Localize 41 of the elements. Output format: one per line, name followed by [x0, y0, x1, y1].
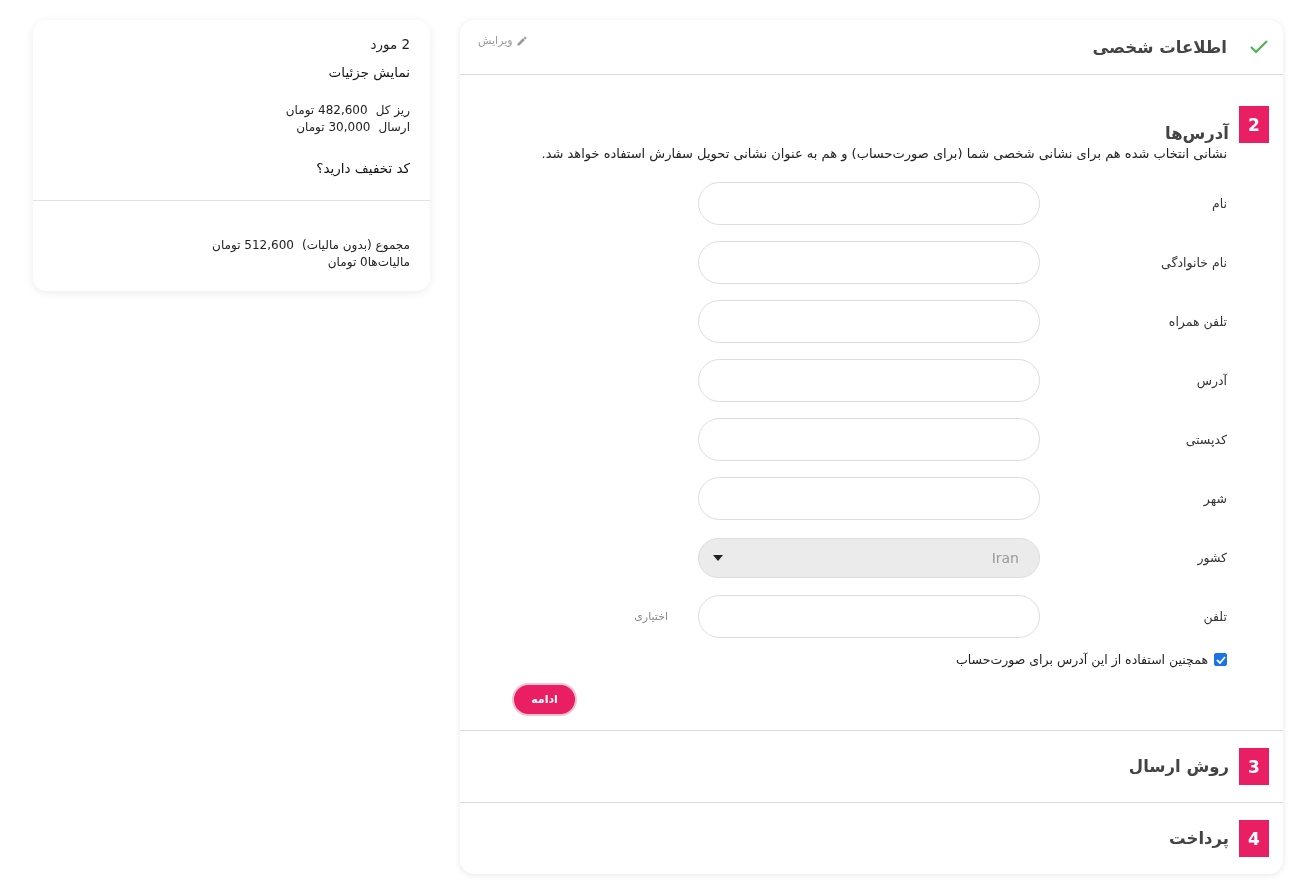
- summary-value: 30,000 تومان: [296, 119, 371, 136]
- step-title: روش ارسال: [1128, 757, 1229, 776]
- field-label: آدرس: [1195, 373, 1227, 388]
- field-label: کدپستی: [1184, 432, 1227, 447]
- input-field[interactable]: [698, 595, 1040, 638]
- pencil-icon: [515, 34, 528, 47]
- total-value: 512,600 تومان: [212, 237, 294, 254]
- step-number: 4: [1239, 820, 1269, 857]
- summary-label: ارسال: [378, 119, 410, 136]
- summary-label: ریز کل: [375, 102, 410, 119]
- input-field[interactable]: [698, 182, 1040, 225]
- continue-button[interactable]: ادامه: [512, 683, 577, 716]
- checkmark-icon: [1215, 655, 1226, 664]
- input-field[interactable]: [698, 359, 1040, 402]
- step-title: پرداخت: [1169, 829, 1229, 848]
- total-label: مجموع (بدون مالیات): [301, 237, 410, 254]
- check-icon: [1249, 39, 1269, 55]
- field-label: شهر: [1202, 491, 1227, 506]
- input-field[interactable]: [698, 241, 1040, 284]
- step-description: نشانی انتخاب شده هم برای نشانی شخصی شما (برای صورت‌حساب) و هم به عنوان نشانی تحویل سفارش استفاده خواهد شد.: [540, 145, 1227, 162]
- step-number: 2: [1239, 106, 1269, 143]
- field-label: تلفن: [1202, 609, 1227, 624]
- show-details-link[interactable]: نمایش جزئیات: [328, 64, 410, 80]
- caret-icon: [713, 554, 723, 561]
- total-label: مالیات‌ها: [367, 254, 410, 271]
- items-count: 2 مورد: [369, 36, 410, 52]
- field-label: نام: [1210, 196, 1227, 211]
- input-field[interactable]: [698, 477, 1040, 520]
- field-label: تلفن همراه: [1167, 314, 1227, 329]
- step-number: 3: [1239, 748, 1269, 785]
- total-value: 0 تومان: [327, 254, 368, 271]
- step-title: آدرس‌ها: [1164, 124, 1229, 143]
- input-field[interactable]: [698, 300, 1040, 343]
- billing-checkbox[interactable]: همچنین استفاده از این آدرس برای صورت‌حساب: [500, 652, 1227, 667]
- optional-hint: اختیاری: [633, 610, 668, 623]
- input-field[interactable]: [698, 418, 1040, 461]
- summary-value: 482,600 تومان: [285, 102, 368, 119]
- field-label: کشور: [1196, 550, 1227, 565]
- step-title: اطلاعات شخصی: [1092, 37, 1227, 57]
- field-label: نام خانوادگی: [1160, 255, 1227, 270]
- discount-code-link[interactable]: کد تخفیف دارید؟: [316, 160, 410, 176]
